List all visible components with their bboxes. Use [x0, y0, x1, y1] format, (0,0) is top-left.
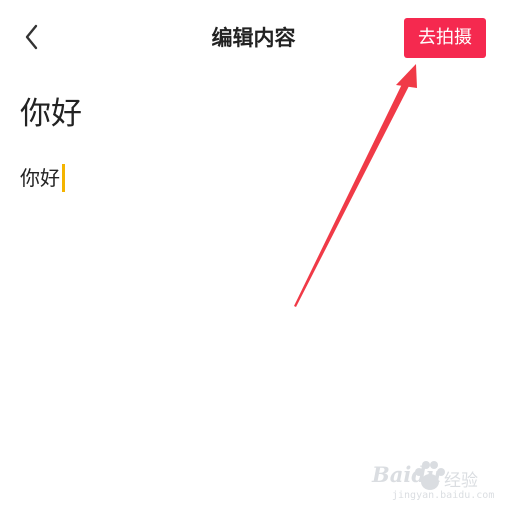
shoot-button[interactable]: 去拍摄	[404, 18, 486, 58]
chevron-left-icon	[25, 24, 38, 50]
text-cursor	[62, 164, 65, 192]
watermark: Baidu 经验 jingyan.baidu.com	[372, 452, 495, 512]
watermark-url: jingyan.baidu.com	[392, 490, 495, 501]
watermark-suffix: 经验	[444, 471, 478, 491]
arrow-shaft	[294, 82, 409, 307]
paw-icon	[415, 461, 445, 490]
watermark-brand: Baidu	[372, 462, 442, 487]
content-title: 你好	[20, 96, 82, 132]
editor-text: 你好	[20, 166, 60, 190]
back-button[interactable]	[18, 20, 48, 54]
top-bar: 编辑内容 去拍摄	[0, 0, 507, 78]
content-editor[interactable]: 你好	[20, 162, 65, 194]
